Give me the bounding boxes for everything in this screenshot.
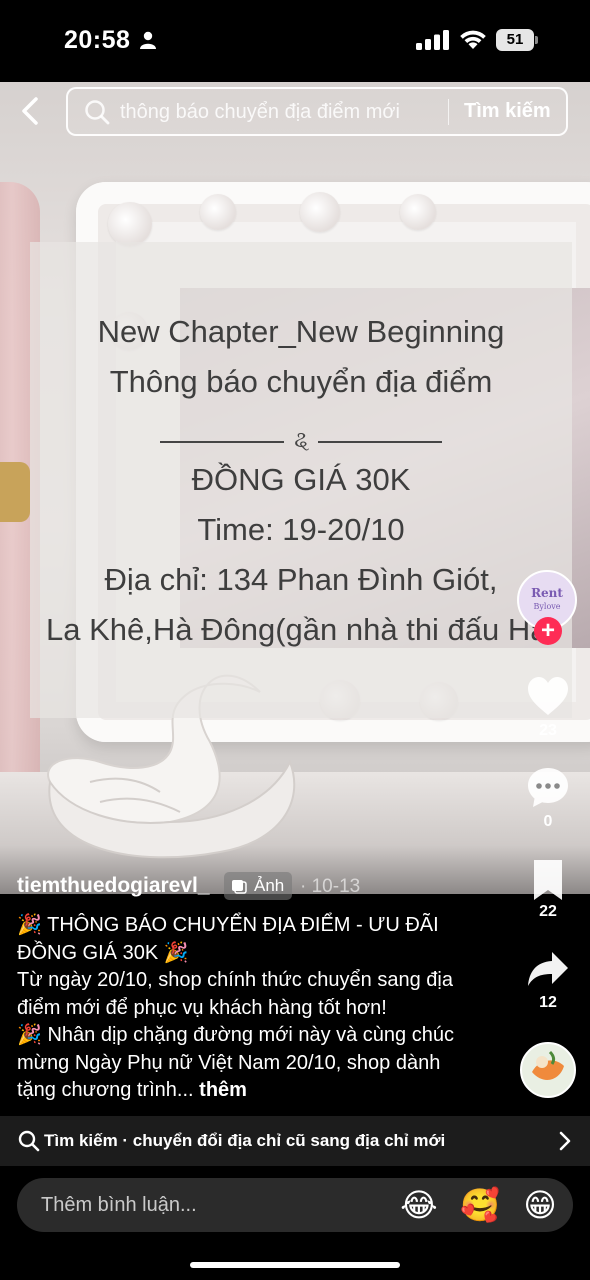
laughing-emoji-button[interactable]: 😂 xyxy=(399,1185,439,1225)
related-search-bar[interactable]: Tìm kiếm · chuyển đổi địa chỉ cũ sang đị… xyxy=(0,1116,590,1166)
status-time: 20:58 xyxy=(64,26,131,54)
battery-cap xyxy=(535,36,538,44)
post-date: · 10-13 xyxy=(300,876,361,897)
photo-icon xyxy=(232,880,247,894)
smiling-hearts-emoji-button[interactable]: 🥰 xyxy=(460,1185,500,1225)
bow-divider: ୡ xyxy=(160,427,442,454)
search-button[interactable]: Tìm kiếm xyxy=(464,100,551,123)
frame-rose-carving xyxy=(400,194,436,230)
bookmark-icon[interactable] xyxy=(526,858,570,902)
announcement-address-1: Địa chỉ: 134 Phan Đình Giót, xyxy=(104,562,498,597)
person-icon xyxy=(140,31,156,49)
save-count: 22 xyxy=(539,903,557,920)
announcement-address-2: La Khê,Hà Đông(gần nhà thi đấu Hà xyxy=(46,612,548,647)
photo-badge: Ảnh xyxy=(224,872,293,900)
comment-input[interactable]: Thêm bình luận... 😂 🥰 😁 xyxy=(17,1178,573,1232)
creator-username[interactable]: tiemthuedogiarevl_ xyxy=(17,874,210,898)
announcement-time: Time: 19-20/10 xyxy=(197,512,405,547)
like-count: 23 xyxy=(539,722,557,739)
divider-rule-left xyxy=(160,441,284,443)
heart-icon[interactable] xyxy=(526,675,570,719)
related-search-text: Tìm kiếm · chuyển đổi địa chỉ cũ sang đị… xyxy=(44,1131,446,1150)
battery-level: 51 xyxy=(496,29,534,51)
comment-count: 0 xyxy=(543,813,553,830)
grinning-emoji-button[interactable]: 😁 xyxy=(520,1185,560,1225)
battery-indicator: 51 xyxy=(496,29,538,51)
share-arrow-icon[interactable] xyxy=(526,948,570,992)
post-photo[interactable]: New Chapter_New Beginning Thông báo chuy… xyxy=(0,82,590,894)
comment-bar: Thêm bình luận... 😂 🥰 😁 xyxy=(0,1166,590,1280)
photo-badge-label: Ảnh xyxy=(254,876,285,895)
search-icon xyxy=(18,1130,40,1152)
gold-ornament-decoration xyxy=(0,462,30,522)
avatar-brand-subtext: Bylove xyxy=(533,602,561,611)
back-arrow-icon[interactable] xyxy=(16,96,46,126)
search-icon xyxy=(85,100,110,125)
caption-line: 🎉 Nhân dịp chặng đường mới này và cùng c… xyxy=(17,1022,477,1105)
status-bar: 20:58 51 xyxy=(0,0,590,82)
see-more-link[interactable]: thêm xyxy=(199,1079,247,1101)
caption-line: 🎉 THÔNG BÁO CHUYỂN ĐỊA ĐIỂM - ƯU ĐÃI ĐỒN… xyxy=(17,914,439,964)
announcement-subtitle: Thông báo chuyển địa điểm xyxy=(109,364,493,399)
comment-icon[interactable] xyxy=(526,766,570,810)
announcement-overlay: New Chapter_New Beginning Thông báo chuy… xyxy=(30,242,572,718)
music-disc-icon[interactable] xyxy=(520,1042,576,1098)
caption-line: Từ ngày 20/10, shop chính thức chuyển sa… xyxy=(17,969,453,1019)
frame-rose-carving xyxy=(300,192,340,232)
frame-rose-carving xyxy=(200,194,236,230)
post-caption[interactable]: 🎉 THÔNG BÁO CHUYỂN ĐỊA ĐIỂM - ƯU ĐÃI ĐỒN… xyxy=(17,912,477,1105)
search-input[interactable]: thông báo chuyển địa điểm mới xyxy=(120,101,400,124)
announcement-headline: New Chapter_New Beginning xyxy=(97,314,505,349)
cellular-signal-icon xyxy=(416,30,449,50)
comment-placeholder: Thêm bình luận... xyxy=(41,1194,197,1216)
bow-icon: ୡ xyxy=(294,427,310,452)
frame-rose-carving xyxy=(108,202,152,246)
announcement-price: ĐỒNG GIÁ 30K xyxy=(191,462,411,497)
divider-rule-right xyxy=(318,441,442,443)
follow-button[interactable]: + xyxy=(534,617,562,645)
home-indicator[interactable] xyxy=(190,1262,400,1268)
chevron-right-icon xyxy=(559,1131,571,1151)
share-count: 12 xyxy=(539,994,557,1011)
search-divider xyxy=(448,99,449,125)
search-bar[interactable]: thông báo chuyển địa điểm mới Tìm kiếm xyxy=(66,87,568,136)
avatar-brand-text: Rent xyxy=(531,586,563,600)
wifi-icon xyxy=(460,30,486,49)
